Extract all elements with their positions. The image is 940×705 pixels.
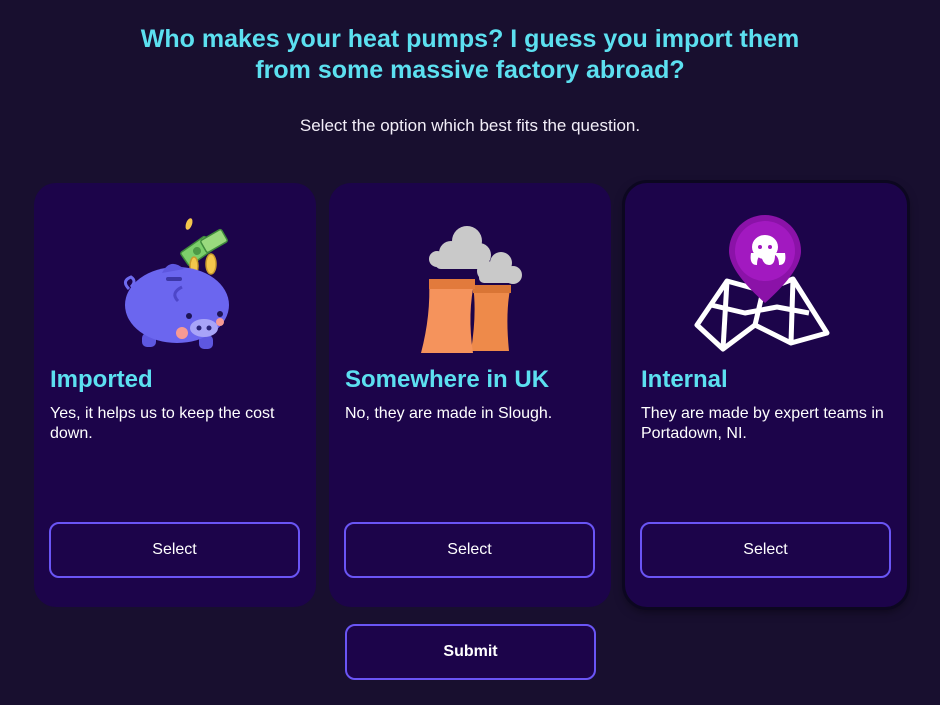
option-description: They are made by expert teams in Portado… <box>641 405 884 442</box>
select-button-internal[interactable]: Select <box>640 522 891 578</box>
option-title: Internal <box>641 366 728 393</box>
question-heading: Who makes your heat pumps? I guess you i… <box>140 25 800 84</box>
option-card-somewhere-in-uk: Somewhere in UK No, they are made in Slo… <box>329 183 611 607</box>
option-title: Imported <box>50 366 153 393</box>
map-pin-icon <box>625 201 907 361</box>
select-button-imported[interactable]: Select <box>49 522 300 578</box>
piggy-bank-icon <box>34 201 316 361</box>
option-description: No, they are made in Slough. <box>345 405 553 422</box>
factory-icon <box>329 201 611 361</box>
option-card-imported: Imported Yes, it helps us to keep the co… <box>34 183 316 607</box>
option-title: Somewhere in UK <box>345 366 550 393</box>
quiz-page: Who makes your heat pumps? I guess you i… <box>0 0 940 705</box>
instruction-text: Select the option which best fits the qu… <box>299 116 641 135</box>
option-card-internal: Internal They are made by expert teams i… <box>625 183 907 607</box>
select-button-somewhere-in-uk[interactable]: Select <box>344 522 595 578</box>
submit-button[interactable]: Submit <box>345 624 596 680</box>
option-description: Yes, it helps us to keep the cost down. <box>50 405 275 442</box>
